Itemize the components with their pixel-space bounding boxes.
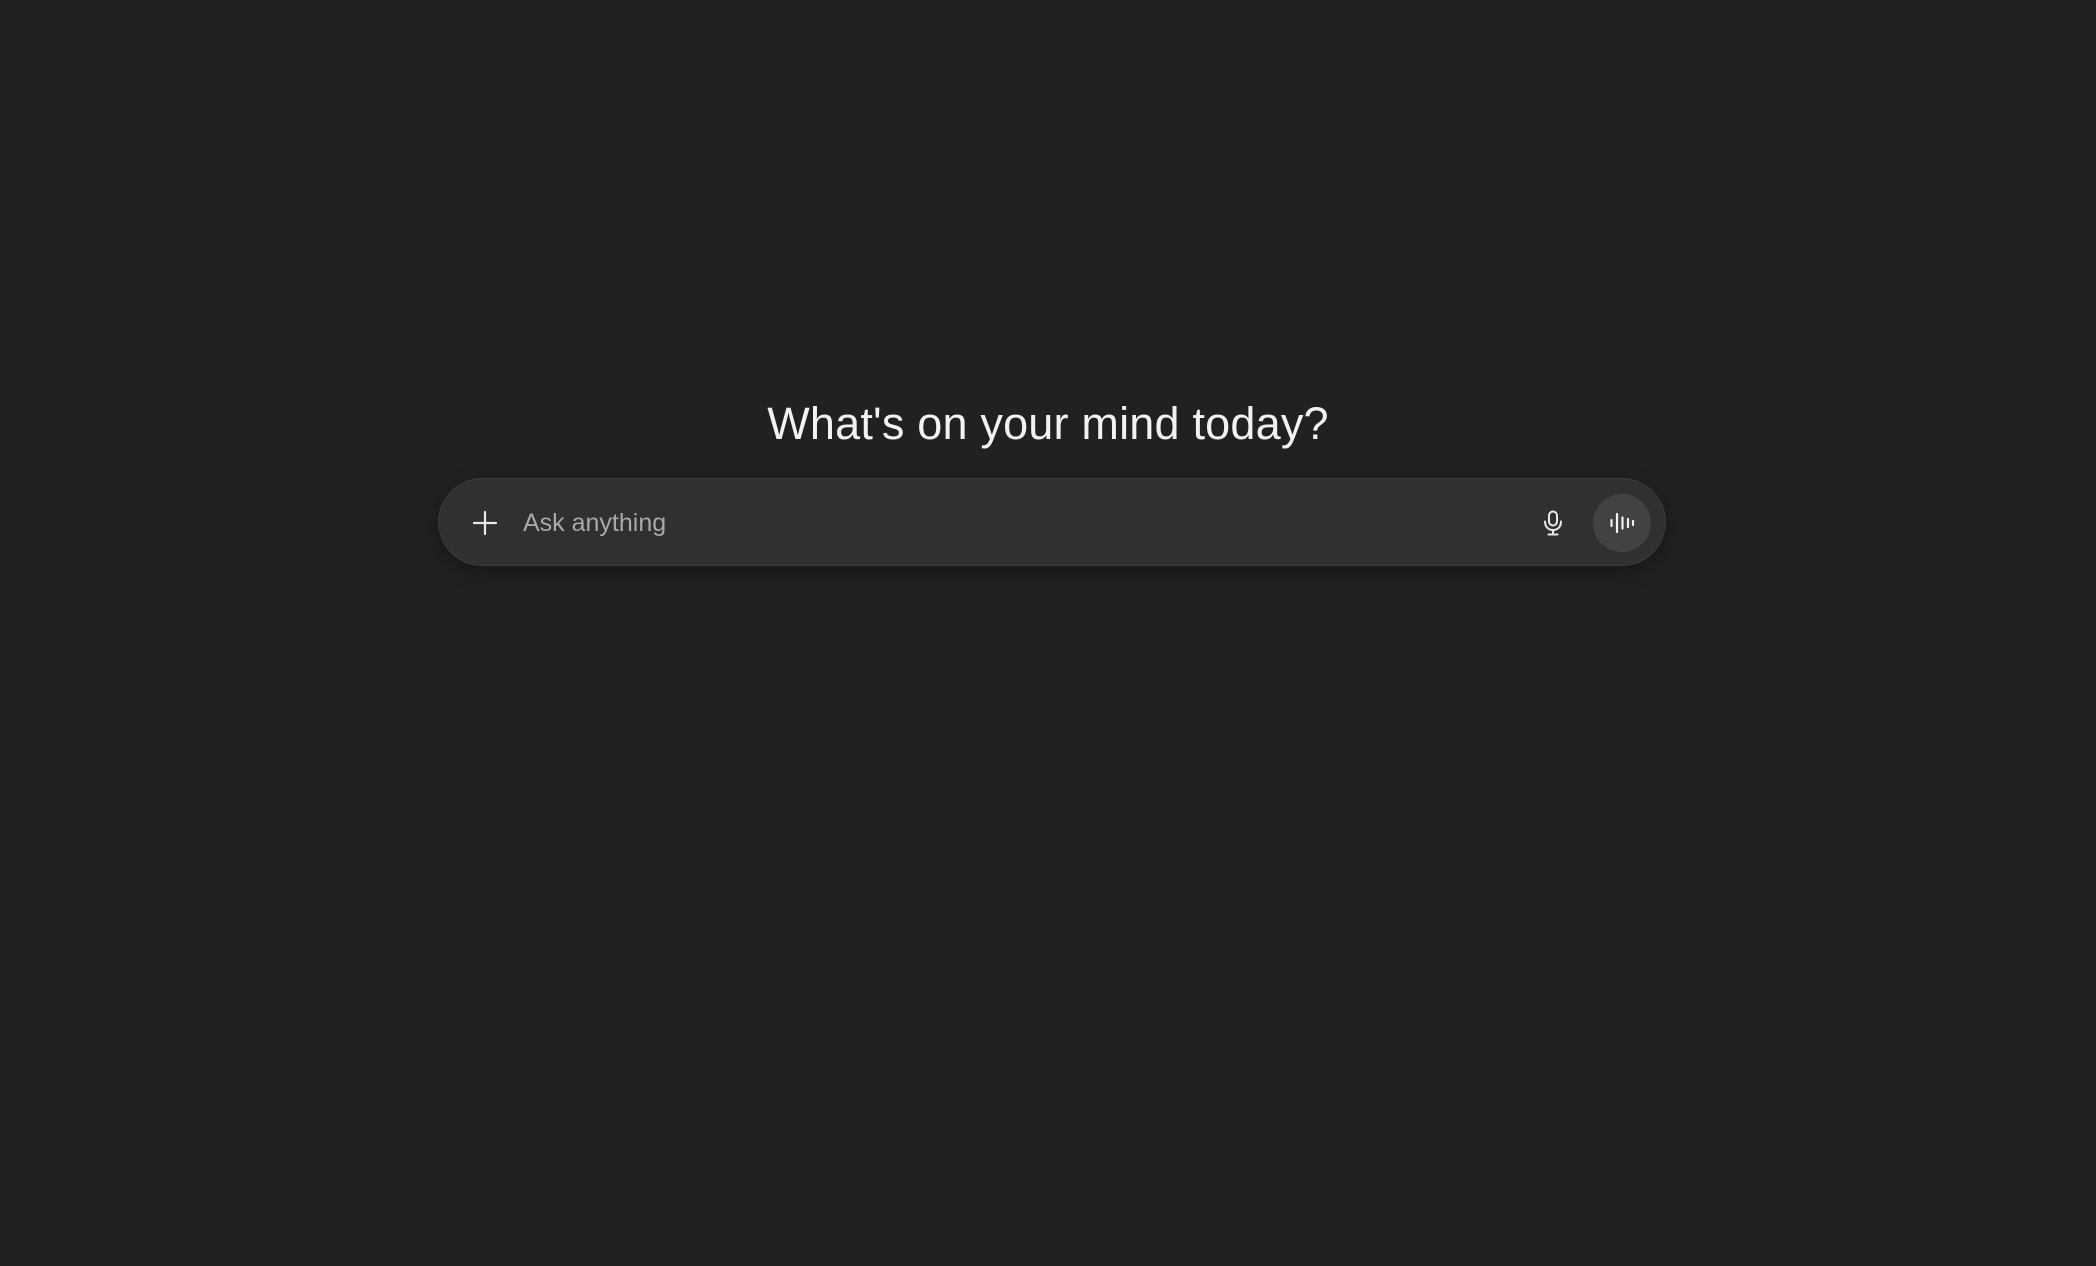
voice-mode-button[interactable] xyxy=(1593,494,1651,552)
page-title: What's on your mind today? xyxy=(767,398,1329,450)
voice-waveform-icon xyxy=(1608,509,1636,537)
dictate-button[interactable] xyxy=(1531,501,1575,545)
add-attachment-button[interactable] xyxy=(463,501,507,545)
prompt-input[interactable] xyxy=(523,501,1443,545)
chat-home-page: What's on your mind today? xyxy=(0,0,2096,1266)
microphone-icon xyxy=(1539,509,1567,537)
plus-icon xyxy=(471,509,499,537)
prompt-composer xyxy=(438,478,1666,566)
